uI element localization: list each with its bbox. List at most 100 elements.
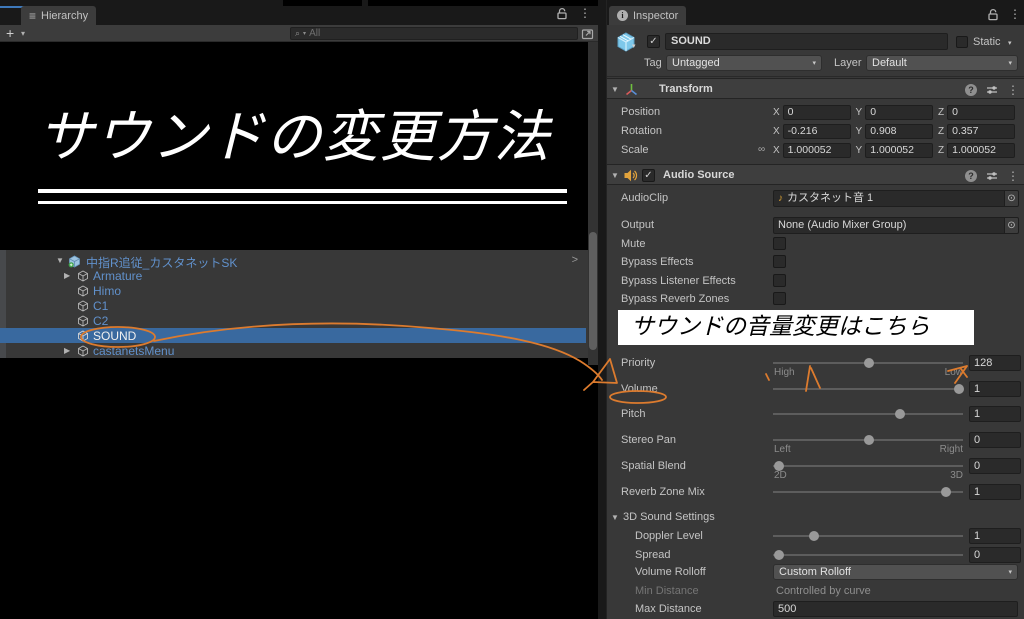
bypass-effects-checkbox[interactable] [773, 255, 786, 268]
tree-item-c1[interactable]: C1 [0, 298, 586, 313]
slider-handle[interactable] [941, 487, 951, 497]
audio-source-header[interactable]: ▼ ✓ Audio Source ? ⋮ [607, 164, 1024, 185]
layer-dropdown[interactable]: Default ▾ [866, 55, 1018, 71]
slider-handle[interactable] [774, 550, 784, 560]
hierarchy-search-input[interactable]: ⌕ ▾ All [290, 27, 578, 40]
bypass-reverb-checkbox[interactable] [773, 292, 786, 305]
popout-window-icon[interactable] [581, 27, 594, 40]
lock-icon[interactable] [556, 7, 568, 20]
search-filter-caret-icon[interactable]: ▾ [303, 31, 306, 37]
tree-item-label: Armature [93, 269, 142, 283]
priority-value-field[interactable]: 128 [969, 355, 1021, 371]
hierarchy-scrollbar-thumb[interactable] [589, 232, 597, 350]
tree-item-sound-selected[interactable]: SOUND [0, 328, 586, 343]
doppler-level-slider[interactable] [773, 528, 963, 544]
slider-track [773, 554, 963, 556]
transform-header[interactable]: ▼ Transform ? ⋮ [607, 78, 1024, 99]
audioclip-field[interactable]: ♪ カスタネット音 1 [773, 190, 1005, 207]
open-prefab-arrow[interactable]: > [572, 254, 578, 266]
reverb-zone-mix-slider[interactable] [773, 484, 963, 500]
foldout-closed-icon[interactable]: ▶ [64, 346, 70, 356]
slider-handle[interactable] [809, 531, 819, 541]
static-dropdown-icon[interactable]: ▾ [1008, 39, 1012, 47]
pitch-value-field[interactable]: 1 [969, 406, 1021, 422]
tag-dropdown[interactable]: Untagged ▾ [666, 55, 822, 71]
mute-checkbox[interactable] [773, 237, 786, 250]
foldout-open-icon[interactable]: ▼ [56, 256, 64, 266]
create-button[interactable]: + [6, 26, 14, 41]
pitch-slider[interactable] [773, 406, 963, 422]
scale-z-field[interactable]: 1.000052 [947, 143, 1015, 158]
inspector-tab-label: Inspector [633, 10, 678, 22]
tab-hierarchy[interactable]: ≡ Hierarchy [21, 6, 96, 25]
rotation-x-field[interactable]: -0.216 [783, 124, 851, 139]
menu-kebab-icon[interactable]: ⋮ [1007, 83, 1019, 97]
tree-item-c2[interactable]: C2 [0, 313, 586, 328]
position-x-field[interactable]: 0 [783, 105, 851, 120]
scale-y-field[interactable]: 1.000052 [865, 143, 933, 158]
hierarchy-scrollbar-track[interactable] [588, 42, 598, 365]
scale-x-field[interactable]: 1.000052 [783, 143, 851, 158]
create-dropdown-icon[interactable]: ▾ [21, 29, 25, 39]
3d-sound-settings-header[interactable]: ▼ 3D Sound Settings [607, 509, 1024, 526]
presets-icon[interactable] [986, 84, 998, 96]
position-z-field[interactable]: 0 [947, 105, 1015, 120]
tree-item-himo[interactable]: Himo [0, 283, 586, 298]
help-icon[interactable]: ? [965, 84, 977, 96]
spatial-blend-value-field[interactable]: 0 [969, 458, 1021, 474]
search-icon: ⌕ [295, 29, 300, 38]
gameobject-icon-caret[interactable]: ▾ [632, 42, 636, 50]
volume-slider[interactable] [773, 381, 963, 397]
foldout-open-icon[interactable]: ▼ [611, 86, 619, 94]
volume-value-field[interactable]: 1 [969, 381, 1021, 397]
doppler-level-value-field[interactable]: 1 [969, 528, 1021, 544]
reverb-zone-mix-row: Reverb Zone Mix 1 [607, 484, 1024, 501]
foldout-open-icon[interactable]: ▼ [611, 513, 619, 522]
active-checkbox[interactable]: ✓ [647, 35, 660, 48]
output-field[interactable]: None (Audio Mixer Group) [773, 217, 1005, 234]
volume-rolloff-label: Volume Rolloff [635, 566, 706, 578]
spread-slider[interactable] [773, 547, 963, 563]
gameobject-name-field[interactable]: SOUND [665, 33, 948, 50]
menu-kebab-icon[interactable]: ⋮ [1009, 7, 1021, 21]
y-axis-label: Y [856, 145, 863, 156]
low-label: Low [945, 367, 963, 378]
slider-track [773, 388, 963, 390]
bypass-reverb-label: Bypass Reverb Zones [621, 293, 729, 305]
static-checkbox[interactable] [956, 36, 968, 48]
menu-kebab-icon[interactable]: ⋮ [579, 6, 591, 20]
stereo-pan-value-field[interactable]: 0 [969, 432, 1021, 448]
inspector-tabbar: i Inspector ⋮ [607, 0, 1024, 25]
rotation-y-field[interactable]: 0.908 [865, 124, 933, 139]
min-distance-value: Controlled by curve [776, 585, 871, 597]
object-picker-icon[interactable]: ⊙ [1005, 217, 1019, 234]
x-axis-label: X [773, 107, 780, 118]
spread-value-field[interactable]: 0 [969, 547, 1021, 563]
foldout-closed-icon[interactable]: ▶ [64, 271, 70, 281]
slider-handle[interactable] [895, 409, 905, 419]
slider-handle[interactable] [954, 384, 964, 394]
bypass-listener-label: Bypass Listener Effects [621, 275, 736, 287]
volume-rolloff-dropdown[interactable]: Custom Rolloff ▾ [773, 564, 1018, 580]
object-picker-icon[interactable]: ⊙ [1005, 190, 1019, 207]
bottom-overlay [0, 358, 588, 619]
bypass-listener-checkbox[interactable] [773, 274, 786, 287]
component-enabled-checkbox[interactable]: ✓ [642, 169, 655, 182]
doppler-level-label: Doppler Level [635, 530, 703, 542]
tree-item-root[interactable]: ▼ 中指R追従_カスタネットSK > [0, 253, 586, 268]
link-icon[interactable]: ∞ [758, 144, 765, 155]
scale-label: Scale [621, 144, 649, 156]
max-distance-field[interactable]: 500 [773, 601, 1018, 617]
menu-kebab-icon[interactable]: ⋮ [1007, 169, 1019, 183]
rotation-z-field[interactable]: 0.357 [947, 124, 1015, 139]
lock-icon[interactable] [987, 8, 999, 21]
position-y-field[interactable]: 0 [865, 105, 933, 120]
foldout-open-icon[interactable]: ▼ [611, 172, 619, 180]
tab-inspector[interactable]: i Inspector [609, 6, 686, 25]
tree-item-armature[interactable]: ▶ Armature [0, 268, 586, 283]
output-label: Output [621, 219, 654, 231]
presets-icon[interactable] [986, 170, 998, 182]
help-icon[interactable]: ? [965, 170, 977, 182]
tree-item-castanetsmenu[interactable]: ▶ castanetsMenu [0, 343, 586, 358]
reverb-zone-mix-value-field[interactable]: 1 [969, 484, 1021, 500]
